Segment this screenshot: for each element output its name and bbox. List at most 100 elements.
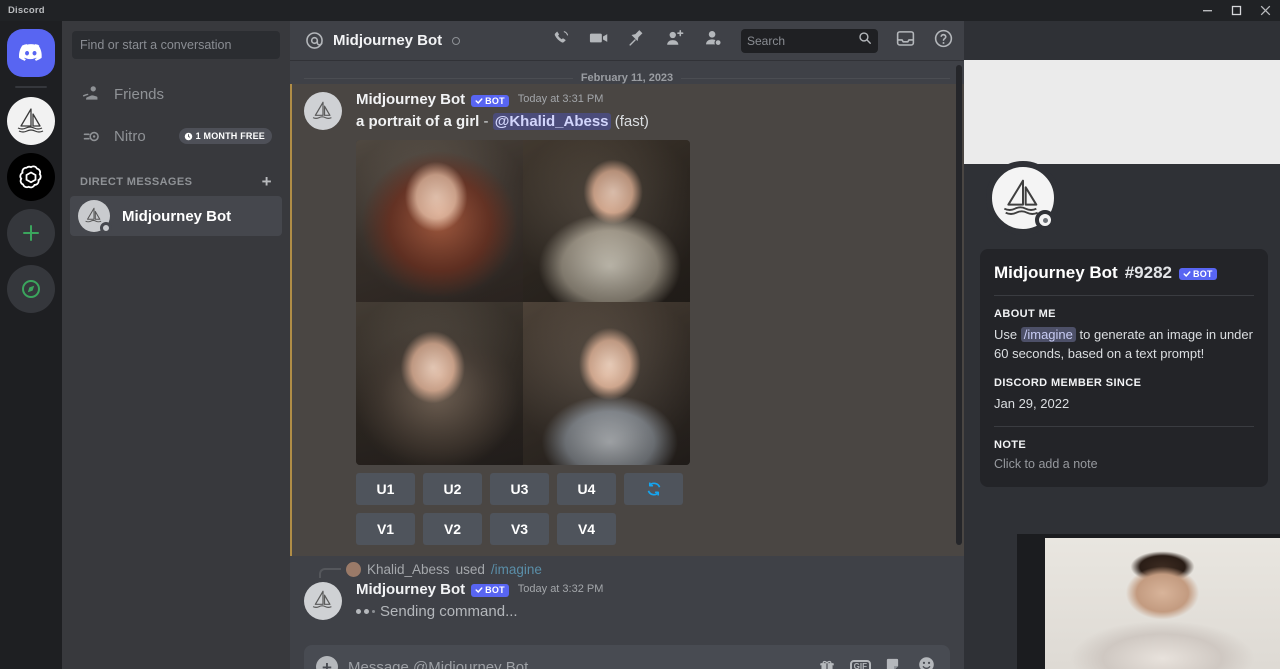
sailboat-icon[interactable] [7, 97, 55, 145]
system-message-command[interactable]: /imagine [491, 562, 542, 577]
message-input-bar[interactable]: + Message @Midjourney Bot GIF [304, 645, 950, 669]
search-input[interactable]: Search [741, 29, 878, 53]
window-controls [1193, 0, 1280, 21]
avatar[interactable] [304, 92, 342, 130]
discord-window: Discord [0, 0, 1280, 669]
attach-file-button[interactable]: + [316, 656, 338, 669]
reroll-button[interactable] [624, 473, 683, 505]
status-indicator-offline [1035, 210, 1055, 230]
video-icon[interactable] [588, 27, 610, 54]
minimize-button[interactable] [1193, 0, 1222, 21]
grid-cell-4[interactable] [523, 302, 690, 465]
about-me-text: Use /imagine to generate an image in und… [994, 326, 1254, 364]
friends-icon [80, 83, 102, 105]
verified-check-icon [1183, 270, 1191, 278]
openai-icon[interactable] [7, 153, 55, 201]
chat-scrollbar-thumb[interactable] [956, 65, 962, 545]
find-conversation-input[interactable]: Find or start a conversation [72, 31, 280, 59]
verified-check-icon [475, 97, 483, 105]
window-title-bar: Discord [0, 0, 1280, 21]
member-since-title: DISCORD MEMBER SINCE [994, 377, 1254, 389]
grid-cell-2[interactable] [523, 140, 690, 303]
sidebar-item-friends[interactable]: Friends [70, 73, 282, 115]
plus-icon[interactable] [7, 209, 55, 257]
note-input[interactable]: Click to add a note [994, 457, 1254, 471]
maximize-button[interactable] [1222, 0, 1251, 21]
profile-avatar[interactable] [986, 161, 1060, 235]
variation-button-v1[interactable]: V1 [356, 513, 415, 545]
pending-message-author[interactable]: Midjourney Bot [356, 581, 465, 599]
dm-list-item-midjourney-bot[interactable]: Midjourney Bot [70, 196, 282, 236]
sidebar-item-friends-label: Friends [114, 86, 164, 103]
server-rail-item-midjourney-server[interactable] [7, 97, 55, 145]
grid-cell-3[interactable] [356, 302, 523, 465]
profile-banner [964, 60, 1280, 164]
bot-badge-label: BOT [1193, 269, 1213, 279]
rail-separator [15, 86, 47, 88]
direct-messages-header: DIRECT MESSAGES + [70, 157, 282, 195]
verified-check-icon [475, 586, 483, 594]
generation-mode: (fast) [615, 113, 649, 130]
grid-cell-1[interactable] [356, 140, 523, 303]
about-me-title: ABOUT ME [994, 308, 1254, 320]
server-rail-item-discord-home[interactable] [7, 29, 55, 77]
direct-messages-title: DIRECT MESSAGES [80, 176, 192, 188]
person-gear-icon[interactable] [702, 27, 724, 54]
nitro-promo-badge: 1 MONTH FREE [179, 128, 272, 144]
window-title: Discord [8, 5, 45, 16]
sidebar-item-nitro-label: Nitro [114, 128, 146, 145]
pending-message-item[interactable]: Midjourney Bot BOT Today at 3:32 PM Send… [290, 577, 964, 625]
server-rail-item-add-server[interactable] [7, 209, 55, 257]
bot-badge-label: BOT [485, 96, 505, 107]
message-header: Midjourney Bot BOT Today at 3:31 PM [356, 91, 950, 109]
phone-icon[interactable] [551, 28, 571, 53]
dm-sidebar: Find or start a conversation Friends [62, 21, 290, 669]
sidebar-nav-list: Friends Nitro 1 MONTH FREE DIRECT MESSAG… [62, 59, 290, 236]
bot-badge: BOT [471, 584, 509, 597]
avatar [78, 200, 110, 232]
user-mention[interactable]: @Khalid_Abess [493, 113, 611, 130]
variation-button-v2[interactable]: V2 [423, 513, 482, 545]
close-button[interactable] [1251, 0, 1280, 21]
pin-icon[interactable] [627, 28, 647, 53]
question-circle-icon[interactable] [933, 28, 954, 54]
server-rail [0, 21, 62, 669]
upscale-button-u1[interactable]: U1 [356, 473, 415, 505]
message-content: a portrait of a girl - @Khalid_Abess (fa… [356, 112, 950, 132]
inbox-icon[interactable] [895, 28, 916, 54]
variation-button-v3[interactable]: V3 [490, 513, 549, 545]
upscale-button-u2[interactable]: U2 [423, 473, 482, 505]
profile-divider-2 [994, 426, 1254, 427]
create-dm-button[interactable]: + [262, 173, 272, 190]
server-rail-item-explore-servers[interactable] [7, 265, 55, 313]
compass-icon[interactable] [7, 265, 55, 313]
system-message-user[interactable]: Khalid_Abess [367, 562, 450, 577]
avatar[interactable] [304, 582, 342, 620]
gift-icon[interactable] [818, 656, 836, 669]
webcam-video-feed [1045, 538, 1280, 669]
sticker-icon[interactable] [885, 656, 903, 669]
sidebar-item-nitro[interactable]: Nitro 1 MONTH FREE [70, 115, 282, 157]
upscale-button-u4[interactable]: U4 [557, 473, 616, 505]
composer-icons: GIF [818, 655, 936, 669]
message-input[interactable]: Message @Midjourney Bot [348, 659, 808, 669]
generated-image-grid[interactable] [356, 140, 690, 465]
bot-badge-label: BOT [485, 585, 505, 596]
gif-icon[interactable]: GIF [850, 660, 871, 669]
message-author[interactable]: Midjourney Bot [356, 91, 465, 109]
message-item[interactable]: Midjourney Bot BOT Today at 3:31 PM a po… [290, 84, 964, 556]
note-title: NOTE [994, 439, 1254, 451]
status-indicator-offline [100, 222, 112, 234]
nitro-promo-badge-label: 1 MONTH FREE [196, 131, 265, 141]
pending-message-timestamp: Today at 3:32 PM [518, 583, 604, 596]
variation-button-v4[interactable]: V4 [557, 513, 616, 545]
emoji-icon[interactable] [917, 655, 936, 669]
status-dot-icon [452, 37, 460, 45]
chat-scrollbar[interactable] [956, 65, 962, 635]
discord-icon[interactable] [7, 29, 55, 77]
server-rail-item-openai-server[interactable] [7, 153, 55, 201]
search-placeholder: Search [747, 34, 785, 48]
upscale-button-u3[interactable]: U3 [490, 473, 549, 505]
channel-header: Midjourney Bot [290, 21, 964, 60]
add-person-icon[interactable] [664, 28, 685, 54]
